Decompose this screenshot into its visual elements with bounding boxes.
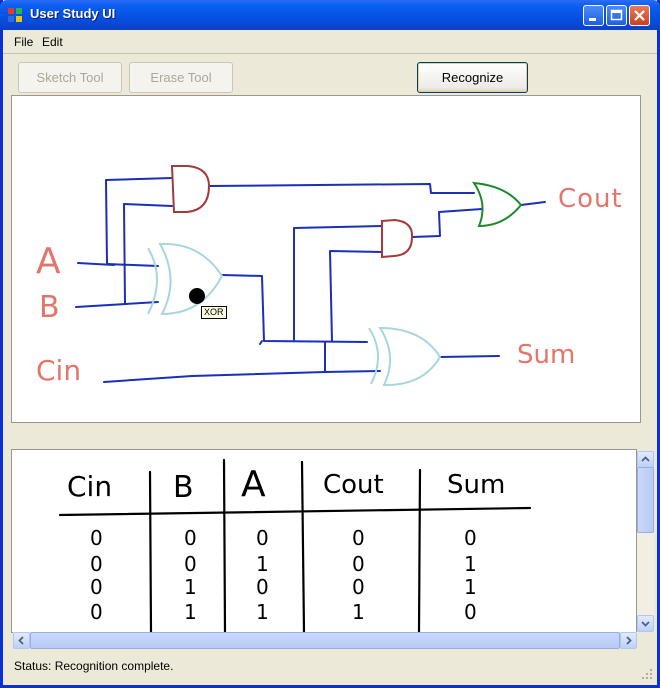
truth-table-cell: 1 bbox=[352, 600, 365, 624]
xor-tooltip: XOR bbox=[201, 306, 227, 319]
truth-table-canvas[interactable]: Cin B A Cout Sum 00000001010100101110 bbox=[11, 449, 637, 633]
truth-table-cell: 0 bbox=[184, 552, 197, 576]
xor-gate-1 bbox=[147, 242, 224, 316]
circuit-canvas[interactable]: XOR A B Cin Cout Sum bbox=[11, 95, 641, 423]
label-cin: Cin bbox=[36, 354, 82, 387]
truth-table-cell: 0 bbox=[352, 526, 365, 550]
title-bar[interactable]: User Study UI bbox=[0, 0, 660, 30]
truth-table-header: Cout bbox=[323, 470, 384, 500]
recognize-button[interactable]: Recognize bbox=[417, 62, 528, 93]
toolbar-divider bbox=[3, 53, 657, 54]
scroll-up-button[interactable] bbox=[637, 451, 654, 468]
app-window: User Study UI File Edit Sketch Tool Eras… bbox=[0, 0, 660, 688]
minimize-icon bbox=[589, 18, 596, 21]
truth-table-header: B bbox=[173, 470, 194, 505]
truth-table-cell: 0 bbox=[90, 575, 103, 599]
status-text: Status: Recognition complete. bbox=[14, 659, 174, 673]
label-a: A bbox=[36, 241, 61, 282]
truth-table-cell: 0 bbox=[90, 526, 103, 550]
truth-table-header: A bbox=[241, 464, 266, 505]
resize-grip-icon[interactable] bbox=[641, 668, 653, 680]
truth-table-cell: 0 bbox=[90, 600, 103, 624]
wires bbox=[75, 177, 546, 383]
menu-bar: File Edit bbox=[3, 30, 657, 52]
and-gate-top bbox=[170, 165, 211, 213]
truth-table-cell: 1 bbox=[256, 552, 269, 576]
scroll-right-button[interactable] bbox=[620, 632, 637, 649]
label-cout: Cout bbox=[558, 184, 623, 214]
scroll-down-button[interactable] bbox=[637, 615, 654, 632]
circuit-drawing bbox=[75, 165, 546, 387]
label-b: B bbox=[39, 290, 60, 325]
truth-table-cell: 0 bbox=[256, 526, 269, 550]
maximize-icon bbox=[610, 9, 623, 21]
app-icon bbox=[8, 8, 22, 22]
minimize-button[interactable] bbox=[583, 5, 604, 26]
truth-table-cell: 0 bbox=[352, 552, 365, 576]
truth-table-cell: 0 bbox=[184, 526, 197, 550]
vertical-scrollbar[interactable] bbox=[637, 451, 654, 632]
truth-table-cell: 1 bbox=[184, 575, 197, 599]
close-button[interactable] bbox=[629, 5, 650, 26]
chevron-left-icon bbox=[18, 636, 24, 645]
scroll-left-button[interactable] bbox=[13, 632, 30, 649]
truth-table-cell: 1 bbox=[464, 552, 477, 576]
and-gate-middle bbox=[381, 218, 414, 259]
label-sum: Sum bbox=[517, 340, 576, 370]
cursor-dot bbox=[189, 288, 205, 304]
sketch-tool-button[interactable]: Sketch Tool bbox=[18, 62, 122, 93]
or-gate bbox=[472, 181, 523, 228]
truth-table-cell: 0 bbox=[352, 575, 365, 599]
maximize-button[interactable] bbox=[606, 5, 627, 26]
truth-table-header: Cin bbox=[67, 470, 113, 503]
horizontal-scrollbar[interactable] bbox=[13, 632, 637, 649]
truth-table-cell: 1 bbox=[184, 600, 197, 624]
vertical-scroll-thumb[interactable] bbox=[637, 467, 654, 533]
truth-table-cell: 1 bbox=[464, 575, 477, 599]
close-icon bbox=[634, 10, 645, 21]
window-title: User Study UI bbox=[30, 6, 116, 21]
menu-edit[interactable]: Edit bbox=[42, 35, 63, 49]
truth-table-cell: 0 bbox=[256, 575, 269, 599]
erase-tool-button[interactable]: Erase Tool bbox=[129, 62, 233, 93]
truth-table-cell: 0 bbox=[90, 552, 103, 576]
truth-table-header: Sum bbox=[447, 470, 506, 500]
truth-table-cell: 1 bbox=[256, 600, 269, 624]
truth-table-cell: 0 bbox=[464, 600, 477, 624]
menu-file[interactable]: File bbox=[14, 35, 33, 49]
truth-table-cell: 0 bbox=[464, 526, 477, 550]
horizontal-scroll-thumb[interactable] bbox=[30, 632, 620, 649]
xor-gate-2 bbox=[368, 326, 442, 387]
chevron-down-icon bbox=[641, 621, 650, 627]
chevron-right-icon bbox=[626, 636, 632, 645]
chevron-up-icon bbox=[641, 456, 650, 462]
